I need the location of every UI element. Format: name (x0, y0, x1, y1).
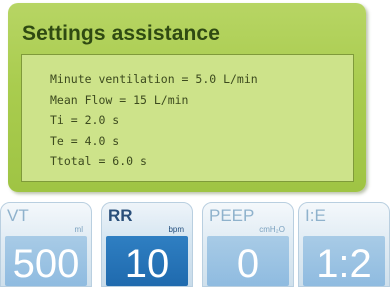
peep-unit: cmH₂O (259, 225, 285, 234)
ie-value-box: 1:2 (303, 236, 385, 286)
vt-value: 500 (12, 242, 80, 286)
ie-parameter-button[interactable]: I:E 1:2 (298, 202, 390, 287)
rr-value: 10 (124, 242, 170, 286)
rr-label: RR (108, 206, 133, 225)
peep-value-box: 0 (207, 236, 289, 286)
te-line: Te = 4.0 s (50, 133, 120, 148)
mean-flow-line: Mean Flow = 15 L/min (50, 92, 189, 107)
ti-line: Ti = 2.0 s (50, 113, 120, 127)
rr-value-box: 10 (106, 236, 188, 286)
settings-assistance-panel: Settings assistance Minute ventilation =… (8, 3, 366, 192)
rr-unit: bpm (168, 225, 184, 234)
rr-parameter-button[interactable]: RR bpm 10 (101, 202, 193, 287)
ie-label: I:E (305, 206, 326, 225)
settings-assistance-box: Minute ventilation = 5.0 L/min Mean Flow… (21, 54, 354, 182)
vt-value-box: 500 (5, 236, 87, 286)
settings-assistance-title: Settings assistance (22, 22, 220, 45)
vt-unit: ml (74, 225, 83, 234)
vt-parameter-button[interactable]: VT ml 500 (0, 202, 92, 287)
peep-parameter-button[interactable]: PEEP cmH₂O 0 (202, 202, 294, 287)
minute-ventilation-line: Minute ventilation = 5.0 L/min (50, 72, 258, 86)
settings-assistance-lines: Minute ventilation = 5.0 L/min Mean Flow… (50, 69, 258, 172)
ie-value: 1:2 (316, 242, 372, 286)
vt-label: VT (7, 206, 29, 225)
peep-value: 0 (236, 242, 260, 286)
ttotal-line: Ttotal = 6.0 s (50, 154, 147, 168)
peep-label: PEEP (209, 206, 255, 225)
